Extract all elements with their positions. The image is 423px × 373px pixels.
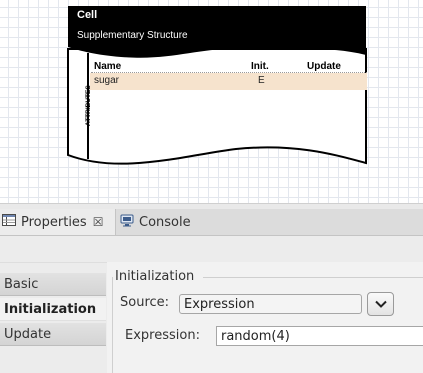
attribute-row[interactable]: sugar E bbox=[90, 73, 367, 90]
properties-panel: Basic Initialization Update Initializati… bbox=[0, 236, 423, 373]
property-tab-update[interactable]: Update bbox=[0, 323, 106, 346]
cell-subtitle: Supplementary Structure bbox=[77, 30, 188, 41]
column-header-update: Update bbox=[307, 61, 341, 72]
attribute-name: sugar bbox=[94, 75, 120, 86]
initialization-section: Initialization Source: Expression Expres… bbox=[107, 262, 423, 373]
cell-title: Cell bbox=[77, 9, 98, 21]
tab-properties[interactable]: Properties ☒ bbox=[0, 209, 116, 235]
expression-label: Expression: bbox=[125, 328, 200, 343]
diagram-canvas[interactable]: Cell Supplementary Structure ATTRIBUTES … bbox=[0, 0, 423, 203]
tab-properties-label: Properties bbox=[21, 214, 87, 230]
column-header-init: Init. bbox=[251, 61, 269, 72]
column-header-name: Name bbox=[94, 61, 122, 72]
property-tab-initialization[interactable]: Initialization bbox=[0, 298, 106, 321]
source-label: Source: bbox=[120, 295, 170, 310]
expression-input[interactable]: random(4) bbox=[216, 326, 423, 346]
view-tab-bar: Properties ☒ Console bbox=[0, 209, 423, 236]
section-title: Initialization bbox=[115, 269, 195, 284]
console-icon bbox=[120, 214, 134, 231]
property-tab-list: Basic Initialization Update bbox=[0, 273, 106, 348]
source-dropdown-button[interactable] bbox=[367, 292, 394, 316]
source-value: Expression bbox=[184, 296, 255, 312]
cell-structure-node[interactable]: Cell Supplementary Structure ATTRIBUTES … bbox=[66, 5, 368, 168]
attribute-init: E bbox=[258, 75, 265, 86]
expression-value: random(4) bbox=[221, 328, 290, 344]
attributes-section-label: ATTRIBUTES bbox=[85, 85, 92, 126]
tab-console-label: Console bbox=[139, 214, 191, 230]
panel-toolbar-strip bbox=[0, 236, 423, 263]
property-tab-basic[interactable]: Basic bbox=[0, 273, 106, 296]
properties-icon bbox=[2, 214, 16, 230]
group-border-left bbox=[112, 277, 113, 373]
source-select[interactable]: Expression bbox=[179, 294, 362, 314]
chevron-down-icon bbox=[374, 300, 387, 308]
tab-console[interactable]: Console bbox=[118, 209, 218, 235]
close-icon[interactable]: ☒ bbox=[93, 215, 104, 229]
group-border-top bbox=[203, 277, 423, 278]
